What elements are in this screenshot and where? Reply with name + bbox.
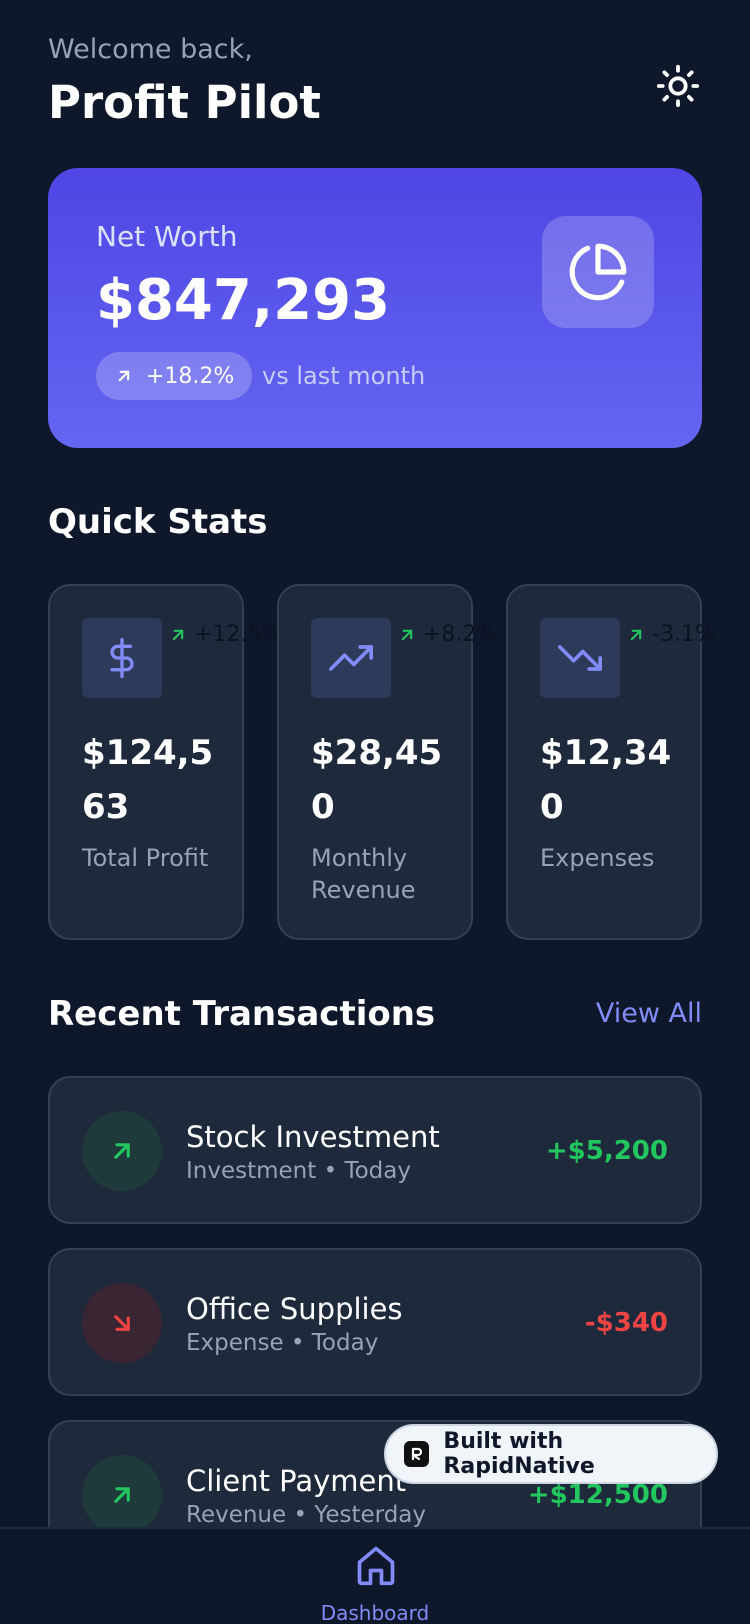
- stat-card-total-profit[interactable]: +12.5% $124,563 Total Profit: [48, 584, 282, 940]
- arrow-up-right-icon: [114, 1143, 130, 1159]
- quick-stats-title: Quick Stats: [48, 502, 268, 542]
- dollar-icon: [110, 638, 134, 678]
- stat-card-expenses[interactable]: -3.1% $12,340 Expenses: [506, 584, 716, 940]
- rapidnative-logo-icon: [404, 1441, 430, 1467]
- trending-up-icon: [329, 645, 373, 671]
- stat-icon-box: [311, 618, 391, 698]
- net-worth-label: Net Worth: [96, 220, 238, 253]
- net-worth-card[interactable]: Net Worth $847,293 +18.2% vs last month: [48, 168, 702, 448]
- trending-down-icon: [558, 645, 602, 671]
- net-worth-comparison: vs last month: [262, 362, 426, 390]
- arrow-up-right-icon: [630, 629, 642, 640]
- stat-value: $124,563: [82, 733, 214, 827]
- net-worth-change: +18.2%: [146, 363, 235, 389]
- stat-icon-box: [82, 618, 162, 698]
- net-worth-change-badge: +18.2%: [96, 352, 253, 400]
- app-title: Profit Pilot: [48, 76, 321, 129]
- pie-chart-icon: [569, 243, 627, 301]
- stat-change: -3.1%: [626, 622, 716, 647]
- net-worth-value: $847,293: [96, 268, 391, 333]
- transaction-amount: +$12,500: [527, 1480, 668, 1510]
- transaction-row[interactable]: Office Supplies Expense • Today -$340: [48, 1248, 702, 1396]
- stat-value: $12,340: [540, 733, 672, 827]
- view-all-link[interactable]: View All: [596, 998, 702, 1029]
- bottom-navigation: Dashboard: [0, 1527, 750, 1624]
- net-worth-icon-box: [542, 216, 654, 328]
- transaction-amount: -$340: [584, 1308, 668, 1338]
- transaction-title: Stock Investment: [186, 1120, 440, 1154]
- arrow-up-right-icon: [118, 370, 130, 382]
- nav-item-dashboard[interactable]: Dashboard: [0, 1529, 750, 1624]
- transaction-icon-circle: [82, 1111, 162, 1191]
- stat-change: +12.5%: [168, 622, 282, 647]
- arrow-up-right-icon: [114, 1487, 130, 1503]
- arrow-up-right-icon: [401, 629, 413, 640]
- transaction-subtitle: Investment • Today: [186, 1158, 411, 1184]
- stat-change-value: +12.5%: [194, 622, 283, 647]
- stat-change-value: +8.2%: [423, 622, 498, 647]
- transaction-icon-circle: [82, 1455, 162, 1535]
- stat-change: +8.2%: [397, 622, 497, 647]
- built-with-badge[interactable]: Built with RapidNative: [384, 1424, 718, 1484]
- welcome-text: Welcome back,: [48, 34, 253, 65]
- transaction-icon-circle: [82, 1283, 162, 1363]
- transaction-title: Client Payment: [186, 1464, 407, 1498]
- nav-label-dashboard: Dashboard: [320, 1601, 430, 1624]
- stat-label: Monthly Revenue: [311, 844, 416, 904]
- arrow-up-right-icon: [172, 629, 184, 640]
- transaction-title: Office Supplies: [186, 1292, 403, 1326]
- stat-card-monthly-revenue[interactable]: +8.2% $28,450 Monthly Revenue: [277, 584, 497, 940]
- sun-icon: [656, 64, 700, 108]
- stat-icon-box: [540, 618, 620, 698]
- dashboard-screen: Welcome back, Profit Pilot Net Worth $84…: [0, 0, 750, 1624]
- transaction-row[interactable]: Stock Investment Investment • Today +$5,…: [48, 1076, 702, 1224]
- theme-toggle-button[interactable]: [654, 62, 702, 110]
- transaction-subtitle: Revenue • Yesterday: [186, 1502, 427, 1528]
- stat-label: Total Profit: [82, 844, 209, 872]
- stat-value: $28,450: [311, 733, 443, 827]
- stat-change-value: -3.1%: [652, 622, 716, 647]
- home-icon: [357, 1546, 395, 1586]
- built-with-label: Built with RapidNative: [443, 1429, 595, 1479]
- stat-label: Expenses: [540, 844, 655, 872]
- transaction-amount: +$5,200: [545, 1136, 668, 1166]
- arrow-down-right-icon: [114, 1315, 130, 1331]
- transaction-subtitle: Expense • Today: [186, 1330, 379, 1356]
- recent-transactions-title: Recent Transactions: [48, 994, 436, 1034]
